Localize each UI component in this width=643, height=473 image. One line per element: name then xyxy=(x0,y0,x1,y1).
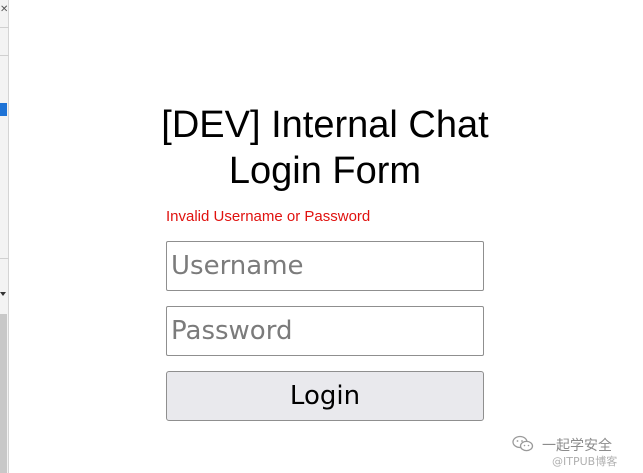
scrollbar[interactable] xyxy=(0,314,7,473)
panel-divider xyxy=(0,258,9,259)
title-line-2: Login Form xyxy=(228,150,422,192)
close-icon[interactable]: ✕ xyxy=(0,4,8,16)
username-field[interactable] xyxy=(166,241,484,291)
title-line-1: [DEV] Internal Chat xyxy=(161,104,489,146)
login-page: ✕ [DEV] Internal Chat Login Form Invalid… xyxy=(0,0,643,473)
watermark-source: @ITPUB博客 xyxy=(552,455,618,468)
page-title: [DEV] Internal Chat Login Form xyxy=(130,102,520,194)
password-field[interactable] xyxy=(166,306,484,356)
selected-row-marker[interactable] xyxy=(0,103,7,116)
error-message: Invalid Username or Password xyxy=(166,208,371,225)
watermark-name: 一起学安全 xyxy=(542,438,612,454)
watermark: 一起学安全 @ITPUB博客 xyxy=(512,433,640,471)
panel-divider xyxy=(0,27,9,28)
login-button[interactable]: Login xyxy=(166,371,484,421)
wechat-icon xyxy=(512,435,534,452)
panel-divider xyxy=(0,55,9,56)
left-side-panel: ✕ xyxy=(0,0,9,473)
dropdown-arrow-icon[interactable] xyxy=(0,292,6,296)
